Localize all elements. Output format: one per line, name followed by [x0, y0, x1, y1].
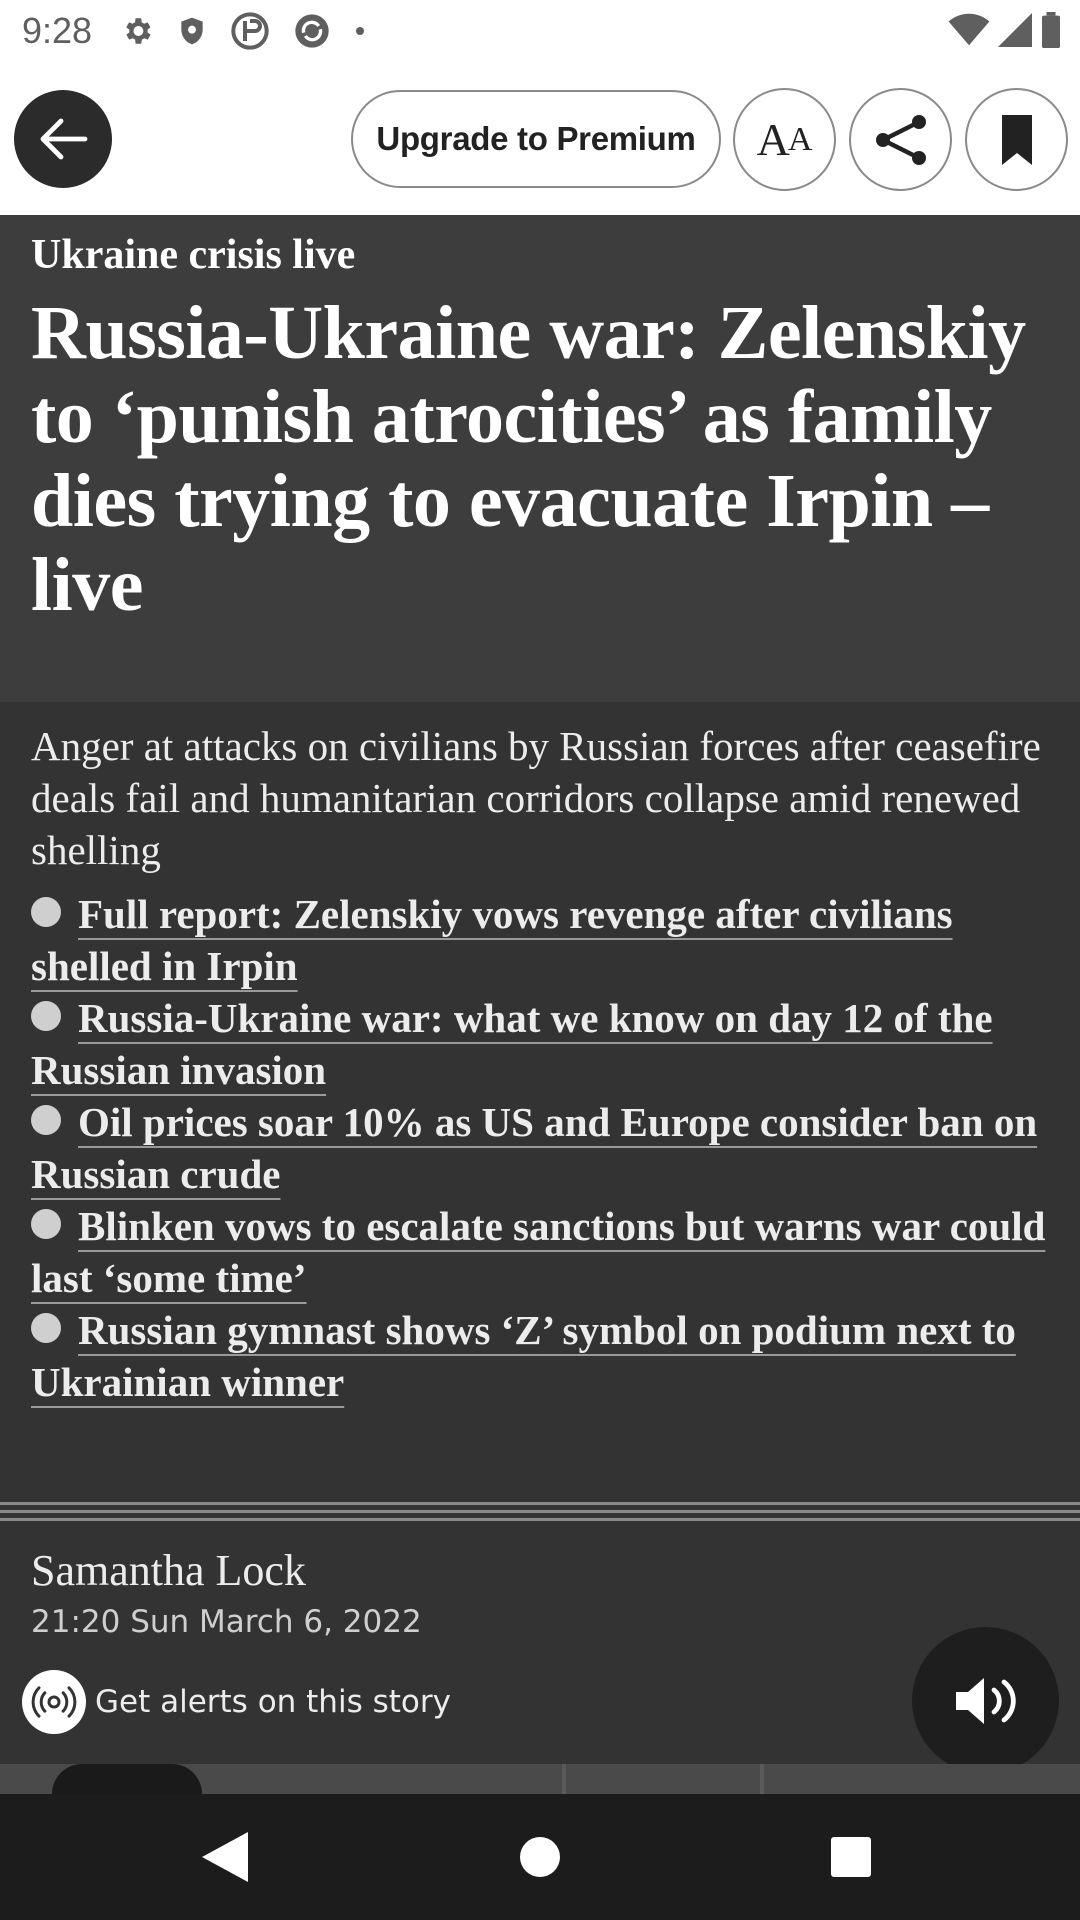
nav-back-button[interactable] — [192, 1824, 258, 1890]
bullet-dot-icon — [31, 1313, 61, 1343]
text-size-small-letter: A — [787, 120, 813, 158]
image-dark-region — [52, 1764, 202, 1794]
article-toolbar: Upgrade to Premium AA — [0, 62, 1080, 215]
signal-icon — [998, 13, 1032, 47]
vpn-icon — [231, 12, 269, 50]
bookmark-icon — [1001, 114, 1032, 165]
broadcast-icon — [22, 1670, 86, 1734]
related-item: Russia-Ukraine war: what we know on day … — [31, 992, 1061, 1096]
byline-date: 21:20 Sun March 6, 2022 — [31, 1604, 422, 1640]
text-size-button[interactable]: AA — [733, 88, 836, 191]
share-icon — [875, 114, 926, 165]
divider — [0, 1518, 1080, 1521]
shield-icon — [181, 17, 203, 45]
listen-button[interactable] — [912, 1627, 1059, 1774]
related-link[interactable]: Blinken vows to escalate sanctions but w… — [31, 1203, 1045, 1301]
lead-image — [0, 1764, 1080, 1794]
related-item: Blinken vows to escalate sanctions but w… — [31, 1200, 1061, 1304]
share-button[interactable] — [849, 88, 952, 191]
byline-author[interactable]: Samantha Lock — [31, 1545, 306, 1596]
system-nav-bar — [0, 1794, 1080, 1920]
related-link[interactable]: Russia-Ukraine war: what we know on day … — [31, 995, 993, 1093]
related-link[interactable]: Russian gymnast shows ‘Z’ symbol on podi… — [31, 1307, 1016, 1405]
status-time: 9:28 — [22, 10, 93, 51]
article-kicker: Ukraine crisis live — [31, 232, 356, 278]
bullet-dot-icon — [31, 1105, 61, 1135]
divider — [0, 1502, 1080, 1505]
nav-back-icon — [202, 1832, 248, 1882]
upgrade-premium-button[interactable]: Upgrade to Premium — [351, 90, 721, 188]
related-item: Full report: Zelenskiy vows revenge afte… — [31, 888, 1061, 992]
bullet-dot-icon — [31, 1209, 61, 1239]
standfirst-block: Anger at attacks on civilians by Russian… — [0, 702, 1080, 1502]
nav-home-button[interactable] — [507, 1824, 573, 1890]
nav-home-icon — [520, 1837, 560, 1877]
bullet-dot-icon — [31, 1001, 61, 1031]
speaker-icon — [955, 1677, 1016, 1724]
divider — [0, 1510, 1080, 1513]
battery-icon — [1042, 12, 1060, 48]
bookmark-button[interactable] — [965, 88, 1068, 191]
article-headline: Russia-Ukraine war: Zelenskiy to ‘punish… — [31, 291, 1026, 627]
back-button[interactable] — [14, 90, 112, 188]
headline-block: Ukraine crisis live Russia-Ukraine war: … — [0, 215, 1080, 702]
article-standfirst: Anger at attacks on civilians by Russian… — [31, 723, 1041, 873]
status-system-icons — [948, 12, 1062, 48]
related-item: Oil prices soar 10% as US and Europe con… — [31, 1096, 1061, 1200]
dot-icon — [356, 27, 364, 35]
gear-icon — [126, 18, 151, 44]
alerts-label: Get alerts on this story — [95, 1684, 451, 1720]
related-links-list: Full report: Zelenskiy vows revenge afte… — [31, 888, 1061, 1408]
sync-icon — [295, 14, 329, 48]
related-item: Russian gymnast shows ‘Z’ symbol on podi… — [31, 1304, 1061, 1408]
bullet-dot-icon — [31, 897, 61, 927]
nav-recents-button[interactable] — [818, 1824, 884, 1890]
status-notification-icons — [120, 11, 366, 51]
image-detail — [562, 1764, 566, 1794]
arrow-left-icon — [40, 118, 88, 160]
text-size-large-letter: A — [756, 114, 790, 165]
status-bar: 9:28 — [0, 0, 1080, 62]
nav-recents-icon — [831, 1837, 871, 1877]
wifi-icon — [948, 13, 990, 46]
related-link[interactable]: Oil prices soar 10% as US and Europe con… — [31, 1099, 1037, 1197]
related-link[interactable]: Full report: Zelenskiy vows revenge afte… — [31, 891, 953, 989]
get-alerts-button[interactable]: Get alerts on this story — [22, 1670, 451, 1734]
image-detail — [760, 1764, 764, 1794]
